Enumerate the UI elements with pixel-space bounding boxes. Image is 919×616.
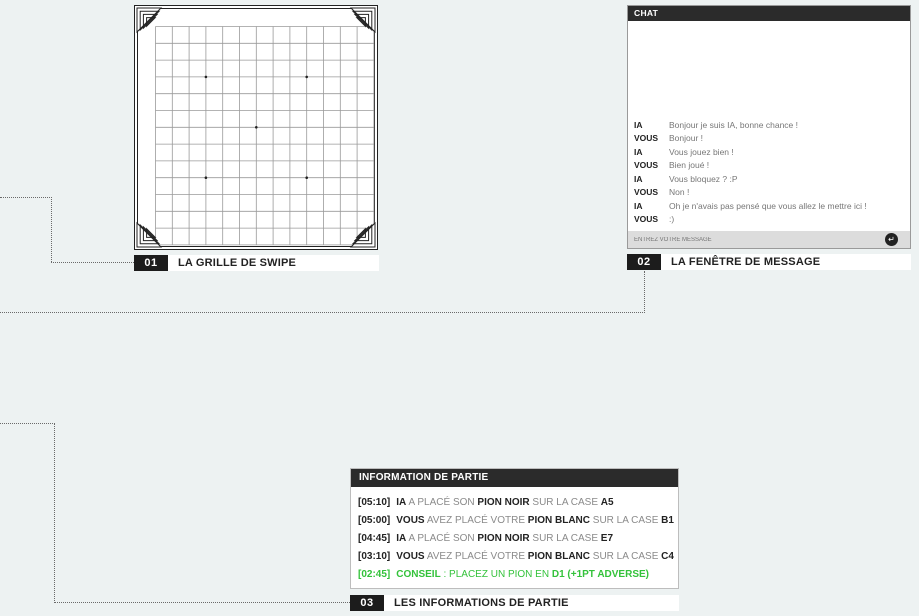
caption-02-label: LA FENÊTRE DE MESSAGE — [671, 256, 821, 268]
game-log-line: [05:10] IA A PLACÉ SON PION NOIR SUR LA C… — [358, 493, 676, 511]
chat-message: IA Vous jouez bien ! — [634, 145, 906, 159]
log-keyword: VOUS — [396, 551, 425, 563]
log-keyword: IA — [396, 532, 407, 544]
star-point — [305, 75, 309, 79]
chat-message-text: Bonjour je suis IA, bonne chance ! — [669, 119, 798, 130]
chat-message-text: Non ! — [669, 187, 690, 198]
corner-ornament-bottom-left — [136, 221, 163, 248]
chat-message: IA Bonjour je suis IA, bonne chance ! — [634, 118, 906, 132]
caption-03-number: 03 — [350, 595, 384, 611]
log-text: SUR LA CASE — [529, 496, 601, 508]
log-text: A PLACÉ SON — [406, 532, 478, 544]
log-text: SUR LA CASE — [529, 532, 601, 544]
log-timestamp: [04:45] — [358, 532, 391, 544]
log-keyword: PION NOIR — [477, 532, 530, 544]
chat-message: VOUS Bonjour ! — [634, 132, 906, 146]
chat-message-author: IA — [634, 146, 643, 157]
chat-message: IA Vous bloquez ? :P — [634, 172, 906, 186]
caption-02-number: 02 — [627, 254, 661, 270]
enter-arrow-icon[interactable]: ↵ — [885, 233, 898, 246]
caption-01-number: 01 — [134, 255, 168, 271]
chat-message-text: Vous jouez bien ! — [669, 146, 734, 157]
chat-message: VOUS Non ! — [634, 186, 906, 200]
log-keyword: PION BLANC — [527, 551, 591, 563]
caption-01-label: LA GRILLE DE SWIPE — [178, 257, 297, 269]
chat-message-author: VOUS — [634, 187, 659, 198]
log-text: AVEZ PLACÉ VOTRE — [424, 514, 528, 526]
log-text: : PLACEZ UN PION EN — [440, 569, 552, 581]
log-keyword: C4 — [661, 551, 674, 563]
game-log-line: [04:45] IA A PLACÉ SON PION NOIR SUR LA C… — [358, 529, 676, 547]
log-keyword: A5 — [600, 496, 614, 508]
chat-message: VOUS:) — [634, 213, 906, 227]
corner-ornament-top-left — [136, 7, 163, 34]
log-text: SUR LA CASE — [590, 551, 662, 563]
corner-ornament-bottom-right — [349, 221, 376, 248]
chat-message: VOUS Bien joué ! — [634, 159, 906, 173]
star-point — [305, 176, 309, 179]
log-timestamp: [03:10] — [358, 551, 391, 563]
chat-message-text: Oh je n'avais pas pensé que vous allez l… — [669, 200, 867, 211]
chat-message-author: IA — [634, 119, 643, 130]
log-keyword: D1 (+1PT ADVERSE) — [551, 569, 649, 581]
star-point — [204, 75, 208, 79]
caption-03-label: LES INFORMATIONS DE PARTIE — [394, 597, 569, 609]
star-point — [254, 126, 258, 129]
chat-message: IA Oh je n'avais pas pensé que vous allez… — [634, 199, 906, 213]
log-timestamp: [05:10] — [358, 496, 391, 508]
advice-log-line: [02:45] CONSEIL : PLACEZ UN PION EN D1 (+… — [358, 566, 676, 584]
chat-message-list: IA Bonjour je suis IA, bonne chance ! VOUS… — [634, 118, 906, 226]
log-text: A PLACÉ SON — [406, 496, 478, 508]
chat-message-author: IA — [634, 173, 643, 184]
chat-input-bar: ↵ — [628, 231, 910, 248]
star-point — [204, 176, 208, 179]
chat-message-text: :) — [669, 214, 675, 225]
log-keyword: E7 — [600, 532, 614, 544]
log-keyword: CONSEIL — [396, 569, 441, 581]
chat-message-author: VOUS — [634, 160, 659, 171]
log-keyword: VOUS — [396, 514, 425, 526]
chat-message-input[interactable] — [634, 233, 874, 246]
log-text: SUR LA CASE — [590, 514, 662, 526]
log-keyword: PION NOIR — [477, 496, 530, 508]
caption-02: 02 LA FENÊTRE DE MESSAGE — [627, 254, 911, 270]
caption-01: 01 LA GRILLE DE SWIPE — [134, 255, 379, 271]
game-info-header: INFORMATION DE PARTIE — [351, 469, 678, 487]
chat-message-text: Vous bloquez ? :P — [669, 173, 738, 184]
game-info-panel: INFORMATION DE PARTIE [05:10] IA A PLACÉ … — [350, 468, 679, 589]
log-timestamp: [05:00] — [358, 514, 391, 526]
chat-message-text: Bonjour ! — [669, 133, 704, 144]
chat-header: CHAT — [628, 6, 910, 21]
game-info-log: [05:10] IA A PLACÉ SON PION NOIR SUR LA C… — [358, 493, 676, 584]
corner-ornament-top-right — [349, 7, 376, 34]
chat-message-text: Bien joué ! — [669, 160, 710, 171]
log-text: AVEZ PLACÉ VOTRE — [424, 551, 528, 563]
chat-message-author: VOUS — [634, 214, 659, 225]
game-log-line: [05:00] VOUS AVEZ PLACÉ VOTRE PION BLANC … — [358, 511, 676, 529]
log-keyword: IA — [396, 496, 407, 508]
game-log-line: [03:10] VOUS AVEZ PLACÉ VOTRE PION BLANC … — [358, 548, 676, 566]
log-keyword: PION BLANC — [527, 514, 591, 526]
chat-message-author: IA — [634, 200, 643, 211]
chat-window: CHAT IA Bonjour je suis IA, bonne chance … — [627, 5, 911, 249]
chat-message-author: VOUS — [634, 133, 659, 144]
log-timestamp: [02:45] — [358, 569, 391, 581]
log-keyword: B1 — [661, 514, 674, 526]
caption-03: 03 LES INFORMATIONS DE PARTIE — [350, 595, 679, 611]
